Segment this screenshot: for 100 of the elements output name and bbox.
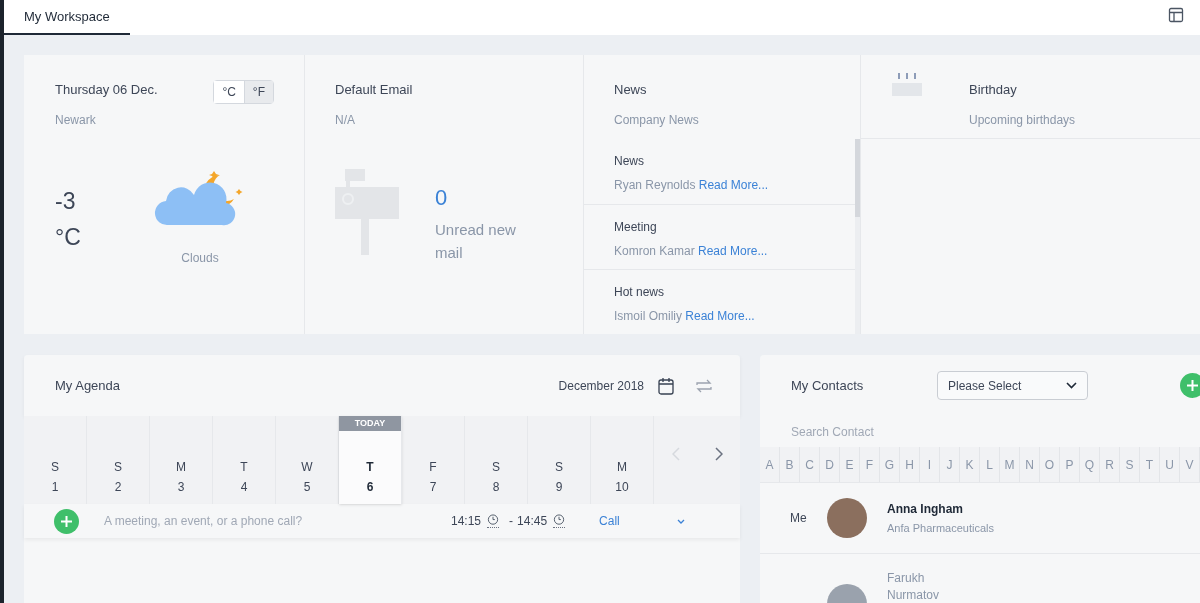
time-separator: -: [509, 513, 514, 530]
weekday-label: M: [617, 459, 627, 476]
day-cell[interactable]: T 4: [213, 416, 276, 504]
letter-filter[interactable]: G: [880, 447, 900, 482]
letter-filter[interactable]: C: [800, 447, 820, 482]
letter-filter[interactable]: T: [1140, 447, 1160, 482]
letter-filter[interactable]: F: [860, 447, 880, 482]
day-cell[interactable]: S 1: [24, 416, 87, 504]
avatar-photo-placeholder: [827, 498, 867, 538]
letter-filter[interactable]: U: [1160, 447, 1180, 482]
letter-filter[interactable]: P: [1060, 447, 1080, 482]
read-more-link[interactable]: Read More...: [698, 244, 768, 258]
day-cell[interactable]: M 3: [150, 416, 213, 504]
date-number: 9: [555, 479, 563, 496]
news-item-author: Ismoil Omiliy Read More...: [614, 308, 756, 325]
date-number: 6: [366, 479, 374, 496]
date-number: 5: [303, 479, 311, 496]
read-more-link[interactable]: Read More...: [685, 309, 755, 323]
date-number: 2: [114, 479, 122, 496]
weekday-label: T: [366, 459, 374, 476]
news-item-author: Komron Kamar Read More...: [614, 243, 769, 260]
weekday-label: M: [176, 459, 186, 476]
weekday-label: S: [114, 459, 122, 476]
city-label: Newark: [55, 111, 97, 129]
contact-last-name: Nurmatov: [887, 587, 939, 603]
news-title: News: [614, 81, 648, 99]
news-item-author: Ryan Reynolds Read More...: [614, 177, 770, 194]
contact-company: Anfa Pharmaceuticals: [887, 520, 994, 536]
weekday-label: F: [429, 459, 437, 476]
letter-filter[interactable]: O: [1040, 447, 1060, 482]
birthday-subtitle: Upcoming birthdays: [969, 111, 1076, 129]
clock-icon[interactable]: [553, 514, 566, 528]
letter-filter[interactable]: V: [1180, 447, 1200, 482]
caret-icon: [1066, 382, 1077, 389]
contacts-title: My Contacts: [791, 376, 865, 395]
letter-filter[interactable]: L: [980, 447, 1000, 482]
letter-filter[interactable]: B: [780, 447, 800, 482]
letter-filter[interactable]: A: [760, 447, 780, 482]
letter-filter[interactable]: M: [1000, 447, 1020, 482]
unread-caption: Unread new mail: [435, 219, 517, 263]
letter-filter[interactable]: E: [840, 447, 860, 482]
add-contact-button[interactable]: [1180, 373, 1200, 398]
date-number: 7: [429, 479, 437, 496]
date-number: 8: [492, 479, 500, 496]
day-cell[interactable]: S 2: [87, 416, 150, 504]
day-cell[interactable]: S 8: [465, 416, 528, 504]
email-title: Default Email: [335, 81, 414, 99]
chevron-right-icon[interactable]: [714, 447, 723, 461]
weekday-label: S: [51, 459, 59, 476]
day-cell[interactable]: M 10: [591, 416, 654, 504]
date-number: 3: [177, 479, 185, 496]
weekday-label: S: [555, 459, 563, 476]
event-type-select[interactable]: Call: [599, 512, 686, 530]
month-label: December 2018: [558, 377, 644, 395]
temperature-unit: °C: [55, 222, 82, 252]
cake-icon: [891, 73, 923, 97]
temperature-value: -3: [55, 186, 77, 216]
letter-filter[interactable]: K: [960, 447, 980, 482]
weekday-label: W: [301, 459, 313, 476]
me-label: Me: [790, 510, 808, 527]
letter-filter[interactable]: R: [1100, 447, 1120, 482]
today-label: TODAY: [339, 416, 401, 431]
day-cell[interactable]: F 7: [402, 416, 465, 504]
letter-filter[interactable]: J: [940, 447, 960, 482]
agenda-title: My Agenda: [55, 376, 122, 395]
letter-filter[interactable]: H: [900, 447, 920, 482]
letter-filter[interactable]: Q: [1080, 447, 1100, 482]
email-account: N/A: [335, 111, 356, 129]
read-more-link[interactable]: Read More...: [698, 178, 769, 192]
contact-filter-select[interactable]: Please Select: [937, 371, 1088, 400]
add-button[interactable]: [54, 508, 79, 534]
workspace-tab[interactable]: My Workspace: [4, 0, 130, 35]
weekday-label: S: [492, 459, 500, 476]
start-time[interactable]: 14:15: [451, 512, 482, 530]
search-contact-field[interactable]: Search Contact: [760, 416, 1200, 447]
calendar-icon[interactable]: [658, 376, 674, 395]
clock-icon[interactable]: [487, 514, 500, 528]
event-input[interactable]: A meeting, an event, or a phone call?: [104, 512, 434, 530]
unit-toggle[interactable]: °C: [214, 81, 244, 103]
date-number: 4: [240, 479, 248, 496]
letter-filter[interactable]: S: [1120, 447, 1140, 482]
letter-filter[interactable]: D: [820, 447, 840, 482]
news-item-title: Hot news: [614, 284, 666, 301]
letter-filter[interactable]: N: [1020, 447, 1040, 482]
layout-icon[interactable]: [1168, 7, 1184, 23]
day-cell[interactable]: S 9: [528, 416, 591, 504]
refresh-icon[interactable]: [696, 378, 712, 393]
news-subtitle: Company News: [614, 111, 700, 129]
contact-name: Anna Ingham: [887, 500, 964, 518]
letter-filter[interactable]: I: [920, 447, 940, 482]
unit-toggle[interactable]: °F: [243, 81, 273, 103]
contact-first-name: Farukh: [887, 570, 926, 587]
scrollbar-thumb[interactable]: [855, 139, 860, 217]
day-cell[interactable]: TODAY T 6: [339, 416, 402, 504]
news-item-title: News: [614, 153, 645, 170]
birthday-title: Birthday: [969, 81, 1018, 99]
weather-condition: Clouds: [181, 249, 219, 267]
end-time[interactable]: 14:45: [517, 512, 548, 530]
caret-icon: [677, 518, 686, 524]
date-number: 1: [51, 479, 59, 496]
